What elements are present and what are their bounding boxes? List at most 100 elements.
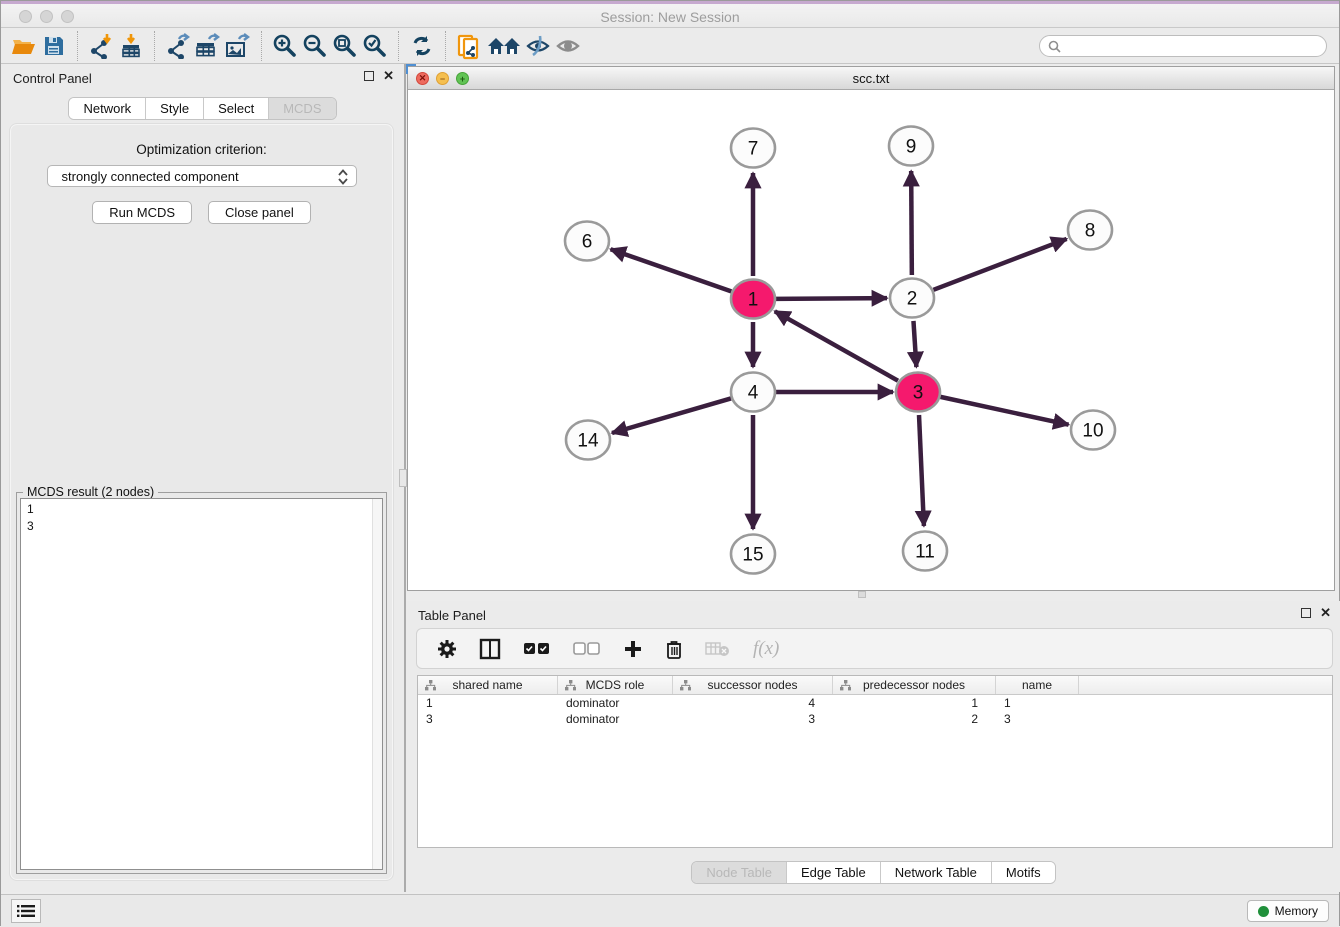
tab-network-table[interactable]: Network Table [881,862,992,883]
control-panel: Control Panel ✕ NetworkStyleSelectMCDS O… [1,64,404,892]
column-header-name[interactable]: name [996,676,1079,694]
table-cell[interactable]: 1 [418,695,558,711]
column-header-predecessor-nodes[interactable]: predecessor nodes [833,676,996,694]
node-11[interactable]: 11 [903,532,947,571]
network-frame-titlebar[interactable]: ✕ − + scc.txt [408,67,1334,90]
table-cell[interactable]: 1 [833,695,996,711]
delete-table-icon[interactable] [705,641,731,657]
toolbar-separator [154,31,155,61]
table-cell[interactable]: 3 [418,711,558,727]
edge-1-2[interactable] [776,298,887,299]
function-builder-icon[interactable]: f(x) [753,638,779,660]
gear-icon[interactable] [437,639,457,659]
edge-3-11[interactable] [919,415,924,526]
node-15[interactable]: 15 [731,535,775,574]
home-view-button[interactable] [484,32,524,60]
zoom-out-icon [302,33,328,59]
table-row[interactable]: 3dominator323 [418,711,1332,727]
column-label: MCDS role [586,678,645,692]
search-field[interactable] [1039,35,1327,57]
table-cell[interactable]: 4 [673,695,833,711]
window-title: Session: New Session [1,9,1339,25]
edge-1-6[interactable] [611,249,732,291]
close-panel-button[interactable]: Close panel [208,201,311,224]
column-header-shared-name[interactable]: shared name [418,676,558,694]
float-table-panel-icon[interactable] [1301,608,1311,618]
node-label: 6 [582,232,593,253]
zoom-out-button[interactable] [300,32,330,60]
export-table-button[interactable] [193,32,223,60]
close-panel-icon[interactable]: ✕ [383,71,394,81]
node-1[interactable]: 1 [731,280,775,319]
column-header-successor-nodes[interactable]: successor nodes [673,676,833,694]
save-session-button[interactable] [39,32,69,60]
delete-column-icon[interactable] [665,639,683,659]
edge-3-1[interactable] [775,311,898,380]
deselect-all-icon[interactable] [573,642,601,656]
node-10[interactable]: 10 [1071,411,1115,450]
open-file-button[interactable] [9,32,39,60]
export-image-button[interactable] [223,32,253,60]
zoom-fit-button[interactable] [330,32,360,60]
node-6[interactable]: 6 [565,222,609,261]
result-scrollbar[interactable] [372,499,382,869]
node-9[interactable]: 9 [889,127,933,166]
network-view-frame: ✕ − + scc.txt 7 9 6 8 1 2 4 3 14 10 15 11 [407,66,1335,591]
tab-motifs[interactable]: Motifs [992,862,1055,883]
table-cell[interactable]: dominator [558,695,673,711]
memory-button[interactable]: Memory [1247,900,1329,922]
tab-select[interactable]: Select [204,98,269,119]
toolbar-separator [261,31,262,61]
task-history-button[interactable] [11,899,41,923]
application-window: Session: New Session [0,0,1340,926]
table-cell[interactable]: 1 [996,695,1079,711]
table-cell[interactable]: 3 [996,711,1079,727]
hide-selected-button[interactable] [524,32,554,60]
columns-icon[interactable] [479,638,501,660]
clone-network-button[interactable] [454,32,484,60]
node-label: 14 [577,431,599,452]
tab-edge-table[interactable]: Edge Table [787,862,881,883]
close-table-panel-icon[interactable]: ✕ [1320,608,1331,618]
network-canvas[interactable]: 7 9 6 8 1 2 4 3 14 10 15 11 [408,90,1334,590]
table-cell[interactable]: dominator [558,711,673,727]
add-column-icon[interactable] [623,639,643,659]
edge-2-9[interactable] [911,171,912,275]
criterion-dropdown[interactable]: strongly connected component [47,165,357,187]
node-2[interactable]: 2 [890,279,934,318]
tab-mcds[interactable]: MCDS [269,98,335,119]
search-input[interactable] [1066,39,1326,53]
edge-2-3[interactable] [913,321,916,367]
table-cell[interactable]: 3 [673,711,833,727]
node-4[interactable]: 4 [731,373,775,412]
float-panel-icon[interactable] [364,71,374,81]
node-3[interactable]: 3 [896,373,940,412]
column-header-MCDS-role[interactable]: MCDS role [558,676,673,694]
import-network-button[interactable] [86,32,116,60]
run-mcds-button[interactable]: Run MCDS [92,201,192,224]
show-hidden-button[interactable] [554,32,584,60]
optimization-criterion-label: Optimization criterion: [10,142,393,157]
vertical-splitter-grip[interactable] [399,469,407,487]
tab-style[interactable]: Style [146,98,204,119]
tree-icon [425,680,436,691]
edge-4-14[interactable] [612,398,731,433]
edge-2-8[interactable] [933,239,1066,290]
table-row[interactable]: 1dominator411 [418,695,1332,711]
node-8[interactable]: 8 [1068,211,1112,250]
mcds-result-text[interactable]: 1 3 [20,498,383,870]
zoom-in-button[interactable] [270,32,300,60]
horizontal-splitter-grip[interactable] [858,591,866,598]
import-table-button[interactable] [116,32,146,60]
node-14[interactable]: 14 [566,421,610,460]
table-cell[interactable]: 2 [833,711,996,727]
edge-3-10[interactable] [940,397,1068,425]
select-all-icon[interactable] [523,642,551,656]
apply-layout-button[interactable] [407,32,437,60]
node-label: 7 [748,139,759,160]
tab-network[interactable]: Network [69,98,146,119]
export-network-button[interactable] [163,32,193,60]
node-7[interactable]: 7 [731,129,775,168]
tab-node-table[interactable]: Node Table [692,862,787,883]
zoom-selected-button[interactable] [360,32,390,60]
